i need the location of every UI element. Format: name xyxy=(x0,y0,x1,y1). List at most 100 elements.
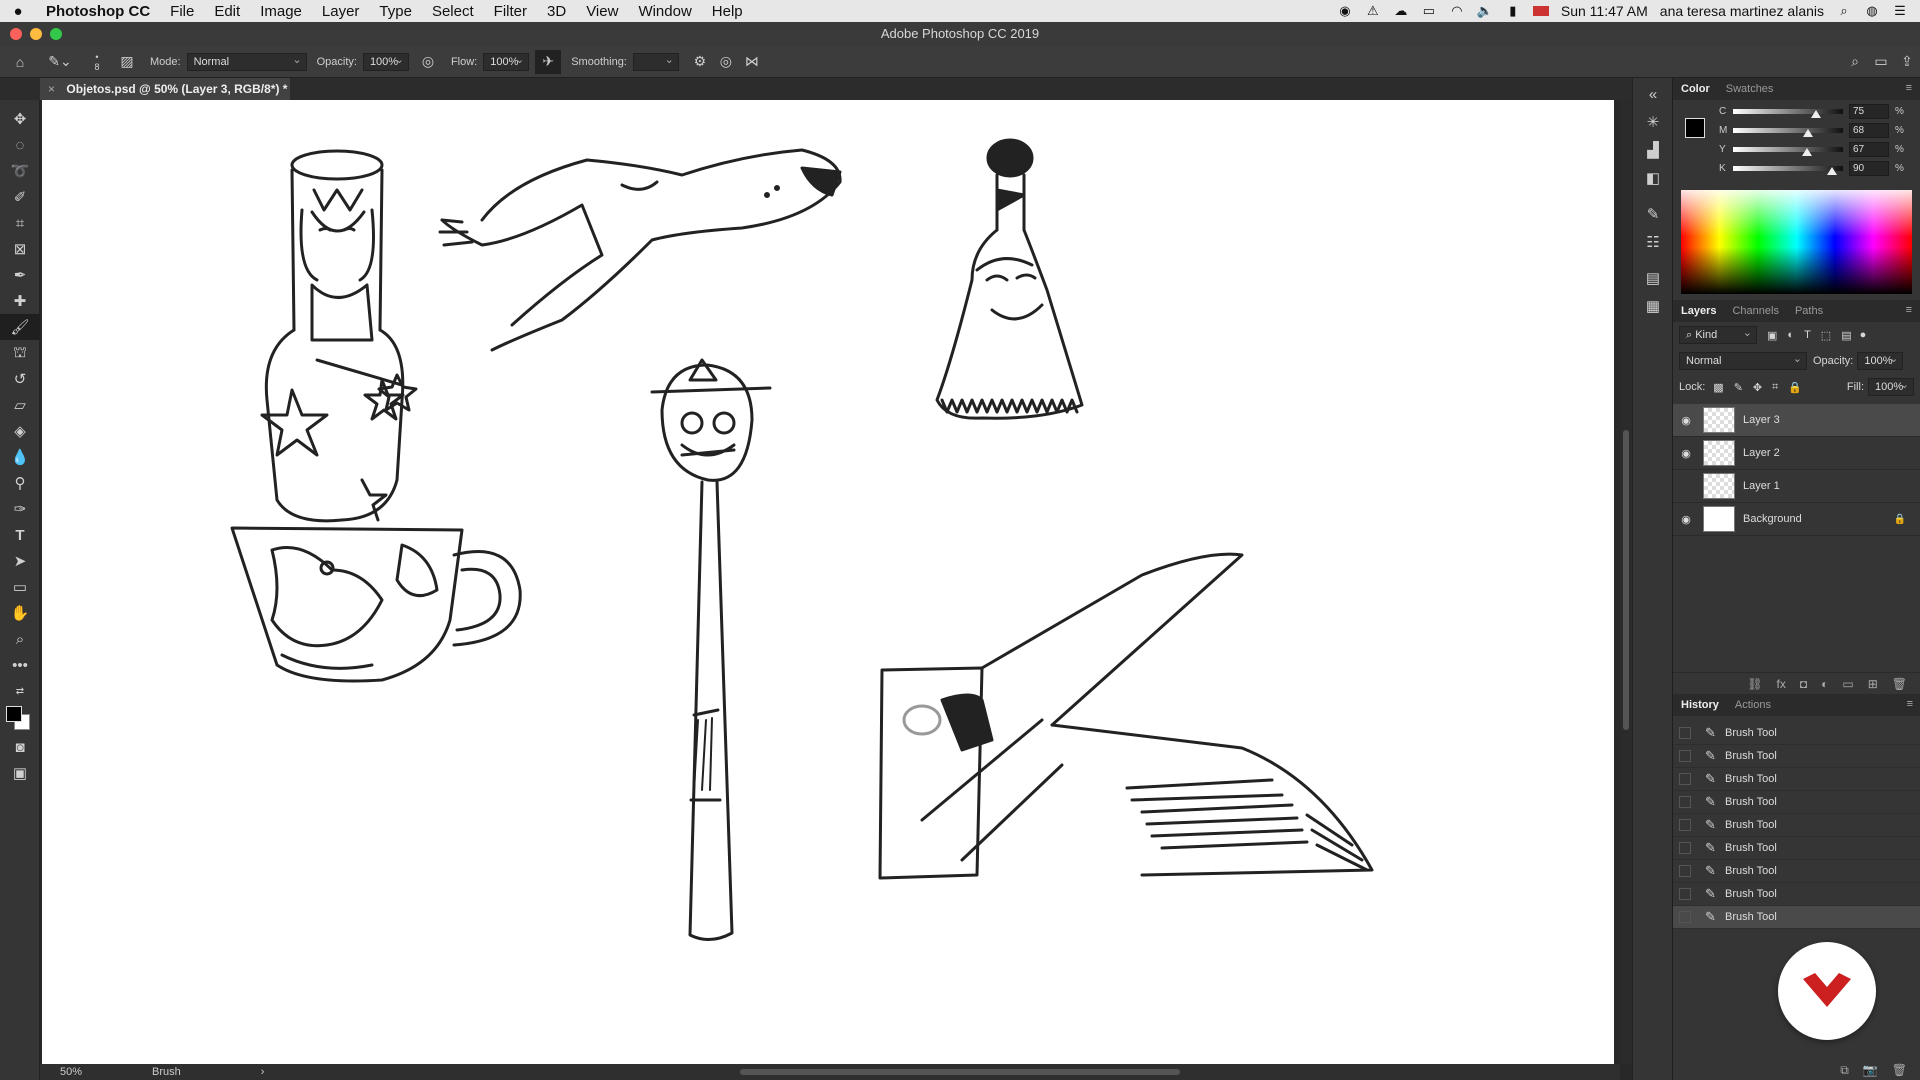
zoom-level[interactable]: 50% xyxy=(60,1066,82,1078)
brush-preset-icon[interactable]: ✎⌄ xyxy=(40,50,80,74)
history-checkbox[interactable] xyxy=(1679,727,1691,739)
history-checkbox[interactable] xyxy=(1679,819,1691,831)
channel-slider[interactable] xyxy=(1733,147,1843,156)
more-tools-icon[interactable]: ••• xyxy=(0,652,40,678)
document-canvas[interactable] xyxy=(42,100,1614,1064)
volume-icon[interactable]: 🔈 xyxy=(1477,4,1493,18)
menu-help[interactable]: Help xyxy=(702,3,753,20)
zoom-tool-icon[interactable]: ⌕ xyxy=(0,626,40,652)
channel-slider[interactable] xyxy=(1733,166,1843,175)
channels-icon[interactable]: ▤ xyxy=(1633,264,1673,292)
layer-name[interactable]: Layer 1 xyxy=(1743,480,1780,492)
adjustments-icon[interactable]: ✳ xyxy=(1633,108,1673,136)
visibility-eye-icon[interactable]: ◉ xyxy=(1673,513,1699,526)
user-name[interactable]: ana teresa martinez alanis xyxy=(1660,3,1824,19)
tab-color[interactable]: Color xyxy=(1681,83,1710,95)
filter-smart-object-icon[interactable]: ▤ xyxy=(1841,329,1851,342)
warning-icon[interactable]: ⚠ xyxy=(1365,4,1381,18)
quick-mask-icon[interactable]: ◙ xyxy=(0,734,40,760)
menu-layer[interactable]: Layer xyxy=(312,3,370,20)
history-checkbox[interactable] xyxy=(1679,750,1691,762)
history-checkbox[interactable] xyxy=(1679,865,1691,877)
document-tab[interactable]: × Objetos.psd @ 50% (Layer 3, RGB/8*) * xyxy=(40,78,290,100)
healing-brush-tool-icon[interactable]: ✚ xyxy=(0,288,40,314)
clone-stamp-tool-icon[interactable]: ⛫ xyxy=(0,340,40,366)
tab-swatches[interactable]: Swatches xyxy=(1726,83,1774,95)
panel-menu-icon[interactable]: ≡ xyxy=(1906,82,1912,94)
channel-value[interactable]: 68 xyxy=(1849,123,1889,138)
menu-type[interactable]: Type xyxy=(369,3,422,20)
airplay-icon[interactable]: ▭ xyxy=(1421,4,1437,18)
smoothing-options-gear-icon[interactable]: ⚙ xyxy=(687,50,713,74)
channel-value[interactable]: 75 xyxy=(1849,104,1889,119)
tab-actions[interactable]: Actions xyxy=(1735,699,1771,711)
home-icon[interactable]: ⌂ xyxy=(0,50,40,74)
history-item[interactable]: ✎ Brush Tool xyxy=(1673,883,1920,906)
brush-tool-icon[interactable]: 🖌 xyxy=(0,314,40,340)
visibility-eye-icon[interactable]: ◉ xyxy=(1673,414,1699,427)
visibility-eye-icon[interactable]: ◉ xyxy=(1673,447,1699,460)
menu-3d[interactable]: 3D xyxy=(537,3,576,20)
minimize-window-button[interactable] xyxy=(30,28,42,40)
channel-value[interactable]: 90 xyxy=(1849,161,1889,176)
brush-settings-toggle-icon[interactable]: ▨ xyxy=(114,50,140,74)
color-foreground-swatch[interactable] xyxy=(1685,118,1705,138)
move-tool-icon[interactable]: ✥ xyxy=(0,106,40,132)
libraries-icon[interactable]: ◧ xyxy=(1633,164,1673,192)
menu-edit[interactable]: Edit xyxy=(204,3,250,20)
filter-toggle-icon[interactable]: ● xyxy=(1860,329,1867,341)
creative-cloud-icon[interactable]: ☁ xyxy=(1393,4,1409,18)
layer-fill-field[interactable]: 100% xyxy=(1868,377,1914,396)
battery-icon[interactable]: ▮ xyxy=(1505,4,1521,18)
slider-knob[interactable] xyxy=(1801,148,1812,156)
menu-filter[interactable]: Filter xyxy=(484,3,537,20)
menu-view[interactable]: View xyxy=(576,3,628,20)
screen-mode-icon[interactable]: ▣ xyxy=(0,760,40,786)
lock-transparent-icon[interactable]: ▩ xyxy=(1713,381,1723,394)
channel-slider[interactable] xyxy=(1733,109,1843,118)
airbrush-icon[interactable]: ✈ xyxy=(535,49,562,74)
panel-menu-icon[interactable]: ≡ xyxy=(1906,304,1912,316)
history-item[interactable]: ✎ Brush Tool xyxy=(1673,791,1920,814)
filter-type-icon[interactable]: T xyxy=(1804,329,1811,341)
properties-icon[interactable]: ☷ xyxy=(1633,228,1673,256)
slider-knob[interactable] xyxy=(1802,129,1813,137)
layer-row[interactable]: ◉ Background 🔒 xyxy=(1673,503,1920,536)
navigator-icon[interactable]: « xyxy=(1633,80,1673,108)
smoothing-field[interactable] xyxy=(632,52,679,71)
lock-all-icon[interactable]: 🔒 xyxy=(1788,381,1802,394)
layer-opacity-field[interactable]: 100% xyxy=(1857,351,1904,370)
horizontal-scrollbar[interactable] xyxy=(740,1069,1180,1075)
tab-history[interactable]: History xyxy=(1681,699,1719,711)
notification-center-icon[interactable]: ☰ xyxy=(1892,4,1908,18)
filter-adjustment-icon[interactable]: ◐ xyxy=(1787,329,1794,341)
history-item[interactable]: ✎ Brush Tool xyxy=(1673,745,1920,768)
menu-app-name[interactable]: Photoshop CC xyxy=(36,3,160,20)
zoom-window-button[interactable] xyxy=(50,28,62,40)
layer-name[interactable]: Background xyxy=(1743,513,1802,525)
history-item[interactable]: ✎ Brush Tool xyxy=(1673,814,1920,837)
layer-kind-filter[interactable]: ⌕ Kind xyxy=(1679,325,1757,344)
blur-tool-icon[interactable]: 💧 xyxy=(0,444,40,470)
flow-field[interactable]: 100% xyxy=(483,52,530,71)
slider-knob[interactable] xyxy=(1827,167,1837,175)
frame-tool-icon[interactable]: ⊠ xyxy=(0,236,40,262)
search-icon[interactable]: ⌕ xyxy=(1842,50,1868,74)
history-brush-tool-icon[interactable]: ↺ xyxy=(0,366,40,392)
lock-artboard-icon[interactable]: ⌗ xyxy=(1772,381,1778,394)
lasso-tool-icon[interactable]: ➰ xyxy=(0,158,40,184)
history-checkbox[interactable] xyxy=(1679,773,1691,785)
type-tool-icon[interactable]: T xyxy=(0,522,40,548)
history-item[interactable]: ✎ Brush Tool xyxy=(1673,906,1920,929)
menu-file[interactable]: File xyxy=(160,3,204,20)
history-checkbox[interactable] xyxy=(1679,888,1691,900)
adjustment-layer-icon[interactable]: ◐ xyxy=(1821,677,1828,691)
eraser-tool-icon[interactable]: ▱ xyxy=(0,392,40,418)
channel-value[interactable]: 67 xyxy=(1849,142,1889,157)
new-snapshot-icon[interactable]: 📷 xyxy=(1863,1063,1878,1077)
link-layers-icon[interactable]: ⛓ xyxy=(1747,677,1762,691)
new-group-icon[interactable]: ▭ xyxy=(1842,677,1853,691)
history-item[interactable]: ✎ Brush Tool xyxy=(1673,860,1920,883)
brush-size-picker[interactable]: • 8 xyxy=(80,50,114,74)
clock[interactable]: Sun 11:47 AM xyxy=(1561,3,1648,19)
